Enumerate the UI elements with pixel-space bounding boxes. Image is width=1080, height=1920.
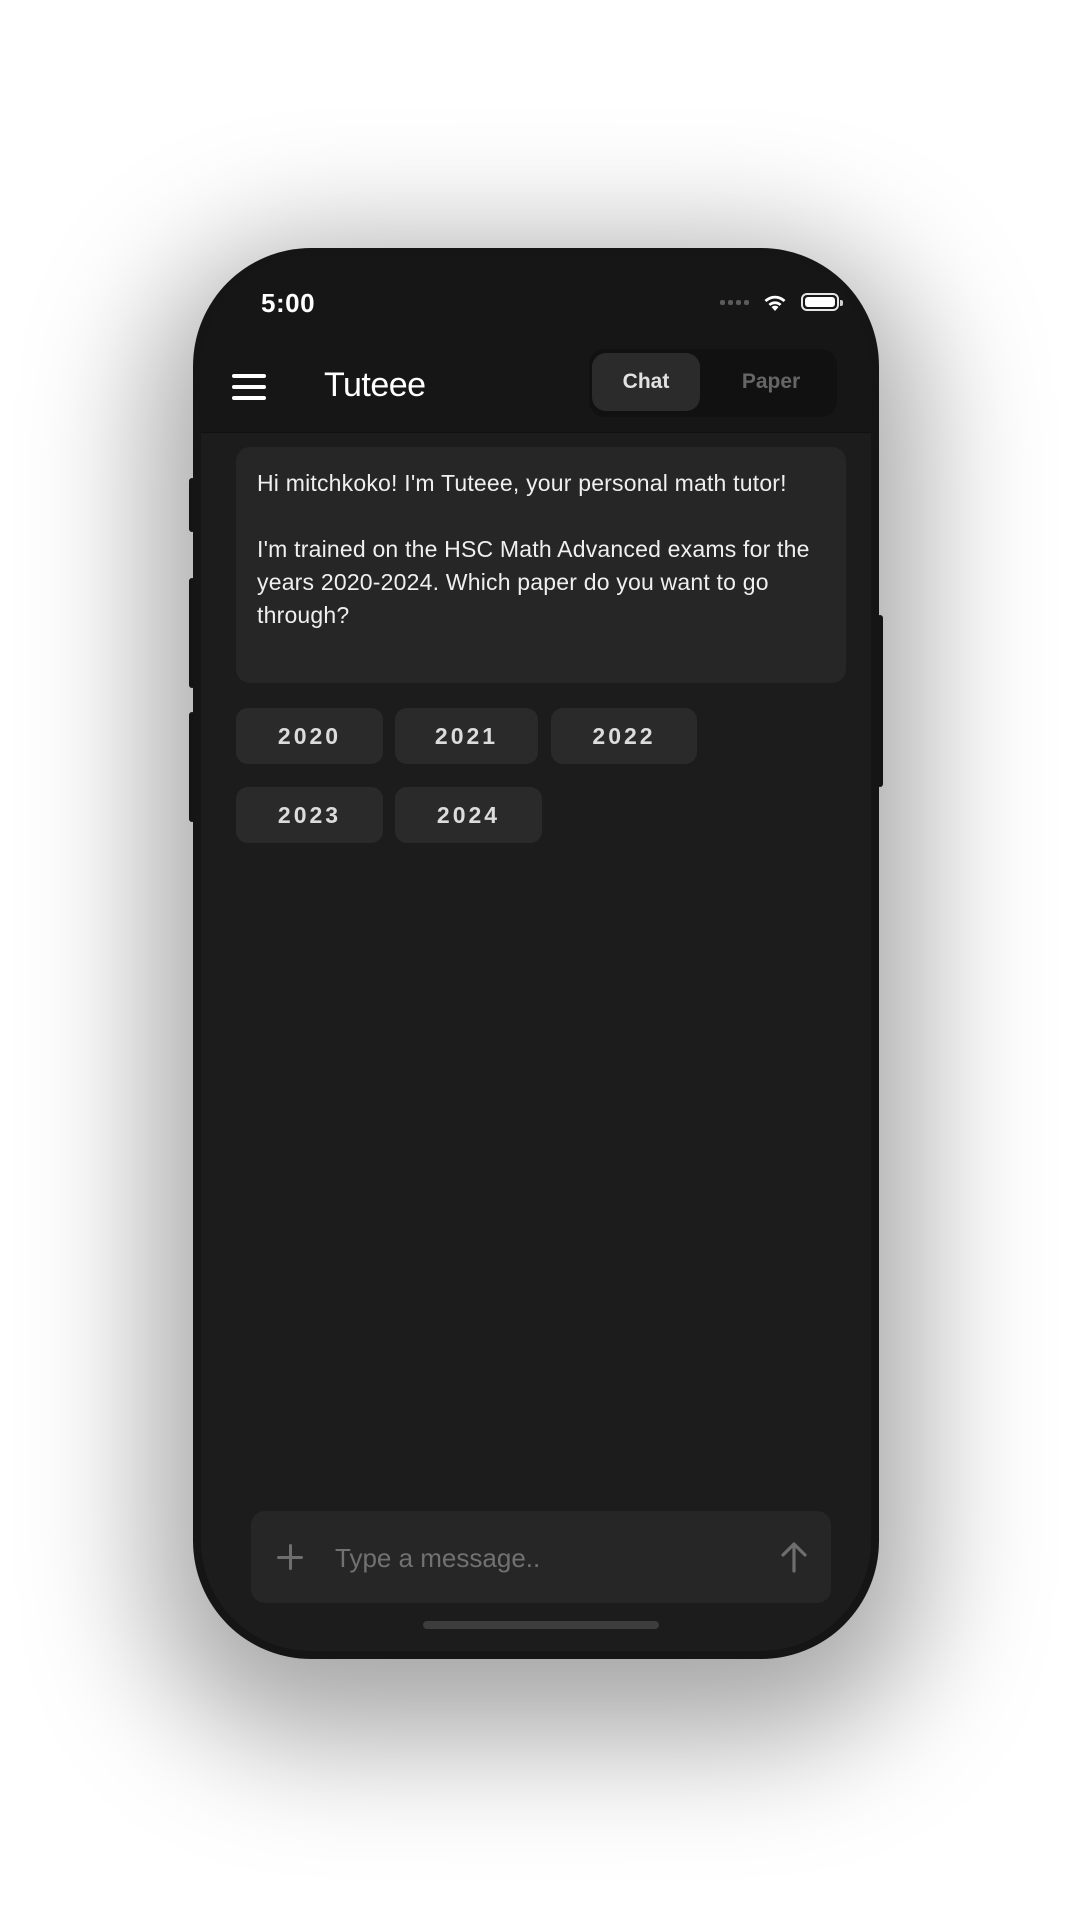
tab-chat[interactable]: Chat xyxy=(592,353,700,411)
greeting-text: Hi mitchkoko! I'm Tuteee, your personal … xyxy=(257,470,787,496)
app-header: Tuteee Chat Paper xyxy=(201,348,871,433)
year-option-2022[interactable]: 2022 xyxy=(551,708,697,764)
message-input[interactable] xyxy=(333,1531,737,1585)
year-option-2023[interactable]: 2023 xyxy=(236,787,383,843)
tab-paper[interactable]: Paper xyxy=(711,353,831,411)
battery-icon xyxy=(801,293,843,311)
status-time: 5:00 xyxy=(261,288,316,318)
app-title: Tuteee xyxy=(324,366,426,404)
canvas: 5:00 Tuteee Chat Paper Hi mitchkoko! I'm… xyxy=(0,0,1080,1920)
status-bar: 5:00 xyxy=(201,256,871,348)
wifi-icon xyxy=(764,295,786,311)
year-option-2021[interactable]: 2021 xyxy=(395,708,538,764)
status-icons xyxy=(720,292,843,312)
view-tabs: Chat Paper xyxy=(589,349,837,417)
message-composer xyxy=(251,1511,831,1603)
app-screen: 5:00 Tuteee Chat Paper Hi mitchkoko! I'm… xyxy=(201,256,871,1651)
year-option-2024[interactable]: 2024 xyxy=(395,787,542,843)
assistant-message-bubble: Hi mitchkoko! I'm Tuteee, your personal … xyxy=(236,447,846,683)
paper-prompt-text: I'm trained on the HSC Math Advanced exa… xyxy=(257,536,810,628)
phone-frame: 5:00 Tuteee Chat Paper Hi mitchkoko! I'm… xyxy=(193,248,879,1659)
cellular-signal-icon xyxy=(720,299,749,305)
plus-icon[interactable] xyxy=(277,1544,303,1570)
year-option-2020[interactable]: 2020 xyxy=(236,708,383,764)
hamburger-menu-icon[interactable] xyxy=(232,374,266,400)
home-indicator[interactable] xyxy=(423,1621,659,1629)
arrow-up-icon[interactable] xyxy=(779,1541,809,1573)
